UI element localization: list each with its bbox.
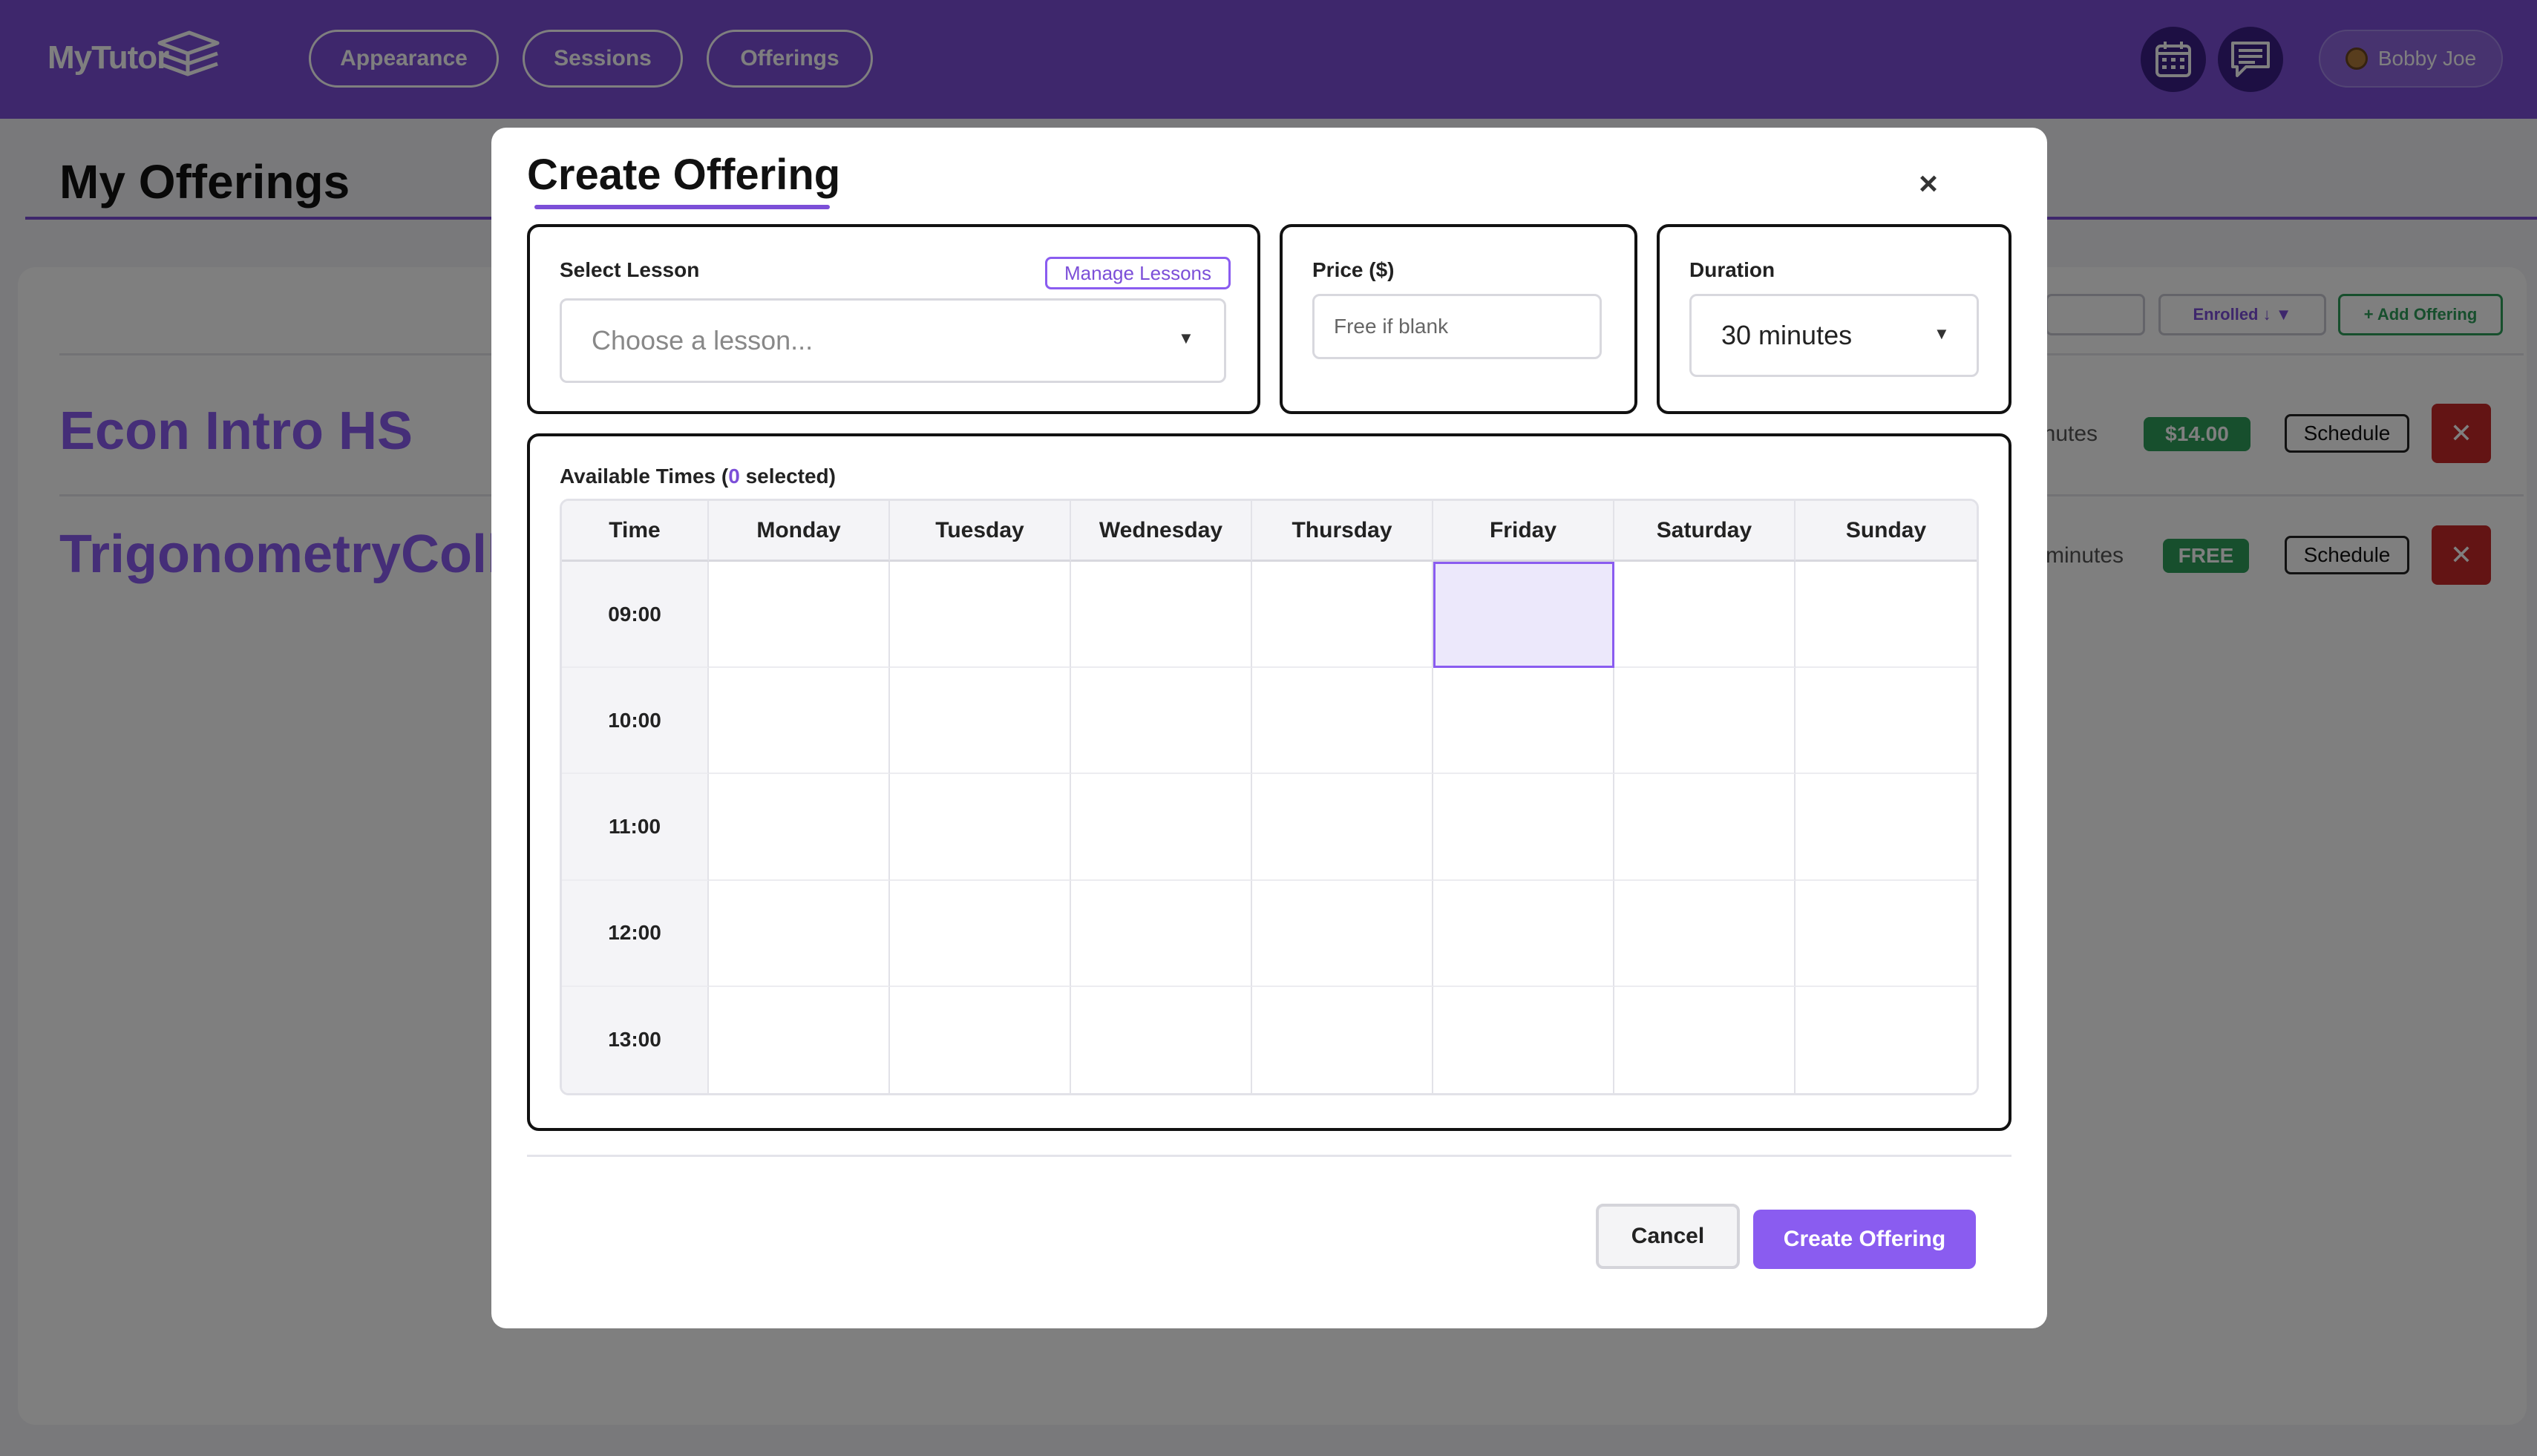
time-slot[interactable] — [1433, 986, 1614, 1093]
lesson-panel: Select Lesson Manage Lessons Choose a le… — [527, 224, 1260, 414]
time-slot[interactable] — [890, 668, 1071, 775]
time-slot[interactable] — [1433, 562, 1614, 669]
duration-select[interactable]: 30 minutes ▼ — [1689, 294, 1979, 377]
cancel-button[interactable]: Cancel — [1596, 1204, 1740, 1269]
lesson-select-placeholder: Choose a lesson... — [592, 325, 814, 355]
time-slot[interactable] — [1795, 880, 1977, 987]
day-header: Tuesday — [890, 501, 1071, 562]
time-label: 09:00 — [562, 562, 709, 669]
time-slot[interactable] — [1614, 774, 1795, 881]
day-header: Saturday — [1614, 501, 1795, 562]
time-label: 12:00 — [562, 880, 709, 987]
time-slot[interactable] — [1795, 986, 1977, 1093]
day-header: Wednesday — [1071, 501, 1252, 562]
lesson-select[interactable]: Choose a lesson... ▼ — [560, 298, 1226, 383]
price-label: Price ($) — [1312, 258, 1395, 281]
time-column-header: Time — [562, 501, 709, 562]
time-slot[interactable] — [1795, 774, 1977, 881]
time-slot[interactable] — [1433, 668, 1614, 775]
time-slot[interactable] — [1071, 774, 1252, 881]
time-slot[interactable] — [1614, 668, 1795, 775]
footer-divider — [527, 1155, 2011, 1157]
available-times-panel: Available Times (0 selected) Time Monday… — [527, 433, 2011, 1131]
create-offering-modal: Create Offering × Select Lesson Manage L… — [491, 128, 2047, 1328]
time-slot[interactable] — [1071, 562, 1252, 669]
manage-lessons-button[interactable]: Manage Lessons — [1045, 257, 1231, 289]
time-slot[interactable] — [890, 774, 1071, 881]
time-slot[interactable] — [1795, 562, 1977, 669]
modal-title: Create Offering — [527, 151, 841, 199]
duration-panel: Duration 30 minutes ▼ — [1657, 224, 2011, 414]
time-slot[interactable] — [709, 774, 890, 881]
time-slot[interactable] — [1614, 880, 1795, 987]
time-slot[interactable] — [1252, 774, 1433, 881]
close-button[interactable]: × — [1906, 162, 1951, 206]
lesson-label: Select Lesson — [560, 258, 700, 281]
time-slot[interactable] — [1795, 668, 1977, 775]
day-header: Monday — [709, 501, 890, 562]
price-panel: Price ($) — [1280, 224, 1637, 414]
time-slot[interactable] — [1252, 986, 1433, 1093]
time-slot[interactable] — [709, 986, 890, 1093]
time-label: 13:00 — [562, 986, 709, 1093]
time-slot[interactable] — [890, 986, 1071, 1093]
chevron-down-icon: ▼ — [1934, 324, 1950, 343]
time-slot[interactable] — [709, 562, 890, 669]
time-slot[interactable] — [1614, 562, 1795, 669]
time-slot[interactable] — [1252, 562, 1433, 669]
time-slot[interactable] — [709, 880, 890, 987]
create-offering-button[interactable]: Create Offering — [1753, 1210, 1976, 1269]
time-slot[interactable] — [1071, 986, 1252, 1093]
time-slot[interactable] — [1071, 880, 1252, 987]
day-header: Thursday — [1252, 501, 1433, 562]
time-slot[interactable] — [890, 880, 1071, 987]
time-label: 10:00 — [562, 668, 709, 775]
availability-grid: Time Monday Tuesday Wednesday Thursday F… — [560, 499, 1979, 1095]
time-slot[interactable] — [1433, 774, 1614, 881]
day-header: Sunday — [1795, 501, 1977, 562]
time-label: 11:00 — [562, 774, 709, 881]
time-slot[interactable] — [1614, 986, 1795, 1093]
time-slot[interactable] — [1433, 880, 1614, 987]
duration-select-value: 30 minutes — [1721, 320, 1853, 350]
price-input[interactable] — [1312, 294, 1602, 359]
available-times-label: Available Times (0 selected) — [560, 465, 836, 488]
time-slot[interactable] — [1252, 668, 1433, 775]
duration-label: Duration — [1689, 258, 1775, 281]
time-slot[interactable] — [1252, 880, 1433, 987]
title-underline — [534, 205, 830, 209]
time-slot[interactable] — [1071, 668, 1252, 775]
time-slot[interactable] — [890, 562, 1071, 669]
selected-count: 0 — [728, 465, 740, 488]
day-header: Friday — [1433, 501, 1614, 562]
time-slot[interactable] — [709, 668, 890, 775]
chevron-down-icon: ▼ — [1178, 329, 1194, 347]
